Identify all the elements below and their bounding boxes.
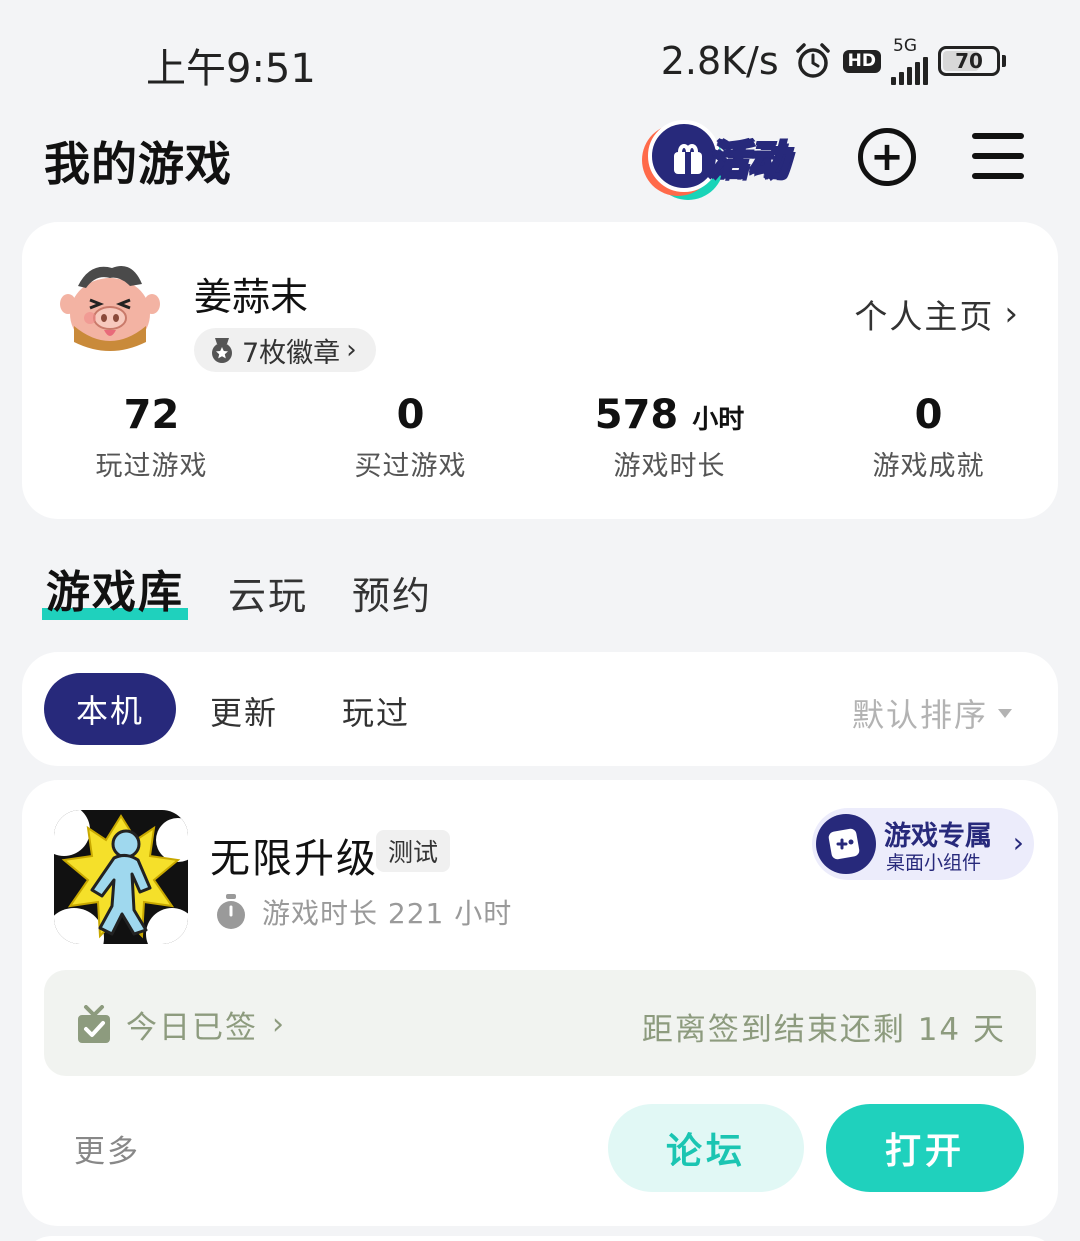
tab-label: 云玩	[228, 574, 309, 618]
checkin-remaining: 距离签到结束还剩 14 天	[641, 1012, 1006, 1048]
page-title: 我的游戏	[44, 137, 232, 191]
filter-chip-played[interactable]: 玩过	[342, 688, 410, 734]
tab-game-library[interactable]: 游戏库	[42, 556, 188, 620]
add-button[interactable]: +	[858, 128, 916, 186]
more-link[interactable]: 更多	[74, 1126, 140, 1171]
stat-value: 578	[594, 392, 679, 438]
badges-count: 7枚徽章	[242, 337, 341, 369]
checkin-status[interactable]: 今日已签 ›	[76, 1002, 284, 1047]
alarm-icon	[795, 43, 830, 78]
menu-icon[interactable]	[972, 133, 1024, 179]
battery-level: 70	[955, 49, 983, 73]
game-title: 无限升级	[210, 836, 378, 882]
battery-icon: 70	[938, 46, 1006, 76]
stat-value: 0	[396, 392, 425, 438]
filter-chip-updates[interactable]: 更新	[210, 688, 278, 734]
section-tabs: 游戏库 云玩 预约	[42, 556, 432, 620]
forum-button[interactable]: 论坛	[608, 1104, 804, 1192]
game-playtime: 游戏时长 221 小时	[214, 892, 512, 932]
tab-cloud-play[interactable]: 云玩	[228, 565, 308, 620]
widget-subtitle: 桌面小组件	[886, 852, 982, 874]
checkin-bar[interactable]: 今日已签 › 距离签到结束还剩 14 天	[44, 970, 1036, 1076]
chevron-right-icon: ›	[272, 1007, 284, 1042]
checkin-label: 今日已签	[126, 1010, 258, 1046]
status-icons: 2.8K/s HD 5G 70	[661, 36, 1006, 86]
chevron-right-icon: ›	[1004, 294, 1018, 334]
status-badge: 测试	[376, 830, 451, 872]
gamepad-icon	[816, 814, 876, 874]
stopwatch-icon	[217, 894, 245, 929]
sort-dropdown[interactable]: 默认排序	[852, 690, 1012, 736]
stat-playtime[interactable]: 578 小时 游戏时长	[540, 392, 799, 483]
game-icon[interactable]	[54, 810, 188, 944]
signal-icon: 5G	[891, 35, 928, 85]
chevron-right-icon: ›	[346, 335, 357, 365]
avatar[interactable]	[60, 256, 160, 356]
activity-label: 活动	[707, 137, 789, 185]
badges-button[interactable]: 7枚徽章 ›	[194, 328, 376, 372]
username: 姜蒜末	[194, 275, 309, 319]
tab-reservations[interactable]: 预约	[352, 565, 432, 620]
tab-label: 游戏库	[46, 567, 184, 618]
desktop-widget-promo[interactable]: 游戏专属 桌面小组件 ›	[812, 808, 1034, 880]
tab-label: 预约	[352, 574, 433, 618]
plus-icon: +	[870, 134, 904, 180]
stat-label: 游戏成就	[872, 451, 985, 482]
stat-played[interactable]: 72 玩过游戏	[22, 392, 281, 483]
stat-unit: 小时	[692, 405, 745, 435]
chevron-right-icon: ›	[1012, 826, 1024, 859]
status-bar: 上午9:51 2.8K/s HD 5G 70	[0, 0, 1080, 110]
homepage-link[interactable]: 个人主页 ›	[854, 290, 1018, 338]
stat-label: 买过游戏	[354, 451, 467, 482]
stat-value: 0	[914, 392, 943, 438]
network-type: 5G	[893, 35, 917, 56]
hd-badge: HD	[842, 49, 881, 73]
next-game-card	[22, 1236, 1058, 1241]
profile-card: 姜蒜末 7枚徽章 › 个人主页 › 72 玩过游戏 0 买过游戏 578 小时 游…	[22, 222, 1058, 519]
filter-bar: 本机 更新 玩过 默认排序	[22, 652, 1058, 766]
playtime-label: 游戏时长 221 小时	[262, 897, 513, 930]
stat-achievements[interactable]: 0 游戏成就	[799, 392, 1058, 483]
gift-check-icon	[78, 1004, 110, 1043]
stat-value: 72	[123, 392, 180, 438]
stat-bought[interactable]: 0 买过游戏	[281, 392, 540, 483]
sort-label: 默认排序	[851, 696, 988, 734]
activity-button[interactable]: 活动	[638, 116, 814, 200]
filter-chip-local[interactable]: 本机	[44, 673, 176, 745]
stat-label: 游戏时长	[613, 451, 726, 482]
game-card: 无限升级 测试 游戏时长 221 小时 游戏专属 桌面小组件 › 今日已签 › …	[22, 780, 1058, 1226]
network-speed: 2.8K/s	[660, 39, 779, 83]
medal-icon	[212, 338, 232, 363]
homepage-label: 个人主页	[854, 297, 995, 336]
open-game-button[interactable]: 打开	[826, 1104, 1024, 1192]
status-time: 上午9:51	[146, 46, 316, 92]
caret-down-icon	[998, 708, 1012, 718]
stats-row: 72 玩过游戏 0 买过游戏 578 小时 游戏时长 0 游戏成就	[22, 392, 1058, 483]
stat-label: 玩过游戏	[95, 451, 208, 482]
